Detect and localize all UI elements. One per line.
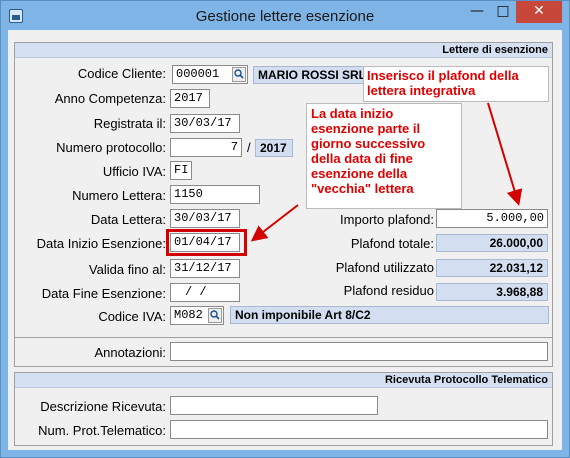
anno-competenza-label: Anno Competenza: [54, 91, 166, 106]
plafond-residuo-label: Plafond residuo [343, 283, 434, 298]
annotation-date-line1: La data inizio [311, 106, 394, 121]
registrata-il-label: Registrata il: [93, 116, 166, 131]
plafond-totale-label: Plafond totale: [350, 236, 434, 251]
valida-fino-field[interactable]: 31/12/17 [170, 259, 240, 278]
protocollo-anno: 2017 [255, 139, 293, 157]
plafond-utilizzato-label: Plafond utilizzato [335, 260, 434, 275]
numero-protocollo-label: Numero protocollo: [56, 140, 166, 155]
ufficio-iva-label: Ufficio IVA: [102, 164, 166, 179]
annotazioni-field[interactable] [170, 342, 548, 361]
valida-fino-label: Valida fino al: [88, 262, 166, 277]
anno-competenza-field[interactable]: 2017 [170, 89, 210, 108]
numero-lettera-field[interactable]: 1150 [170, 185, 260, 204]
importo-plafond-label: Importo plafond: [340, 212, 434, 227]
data-lettera-field[interactable]: 30/03/17 [170, 209, 240, 228]
maximize-button[interactable]: □ [490, 1, 516, 23]
annotation-plafond-line2: lettera integrativa [367, 83, 476, 98]
annotation-date-line5: esenzione della [311, 166, 408, 181]
highlight-data-inizio [166, 229, 247, 256]
magnifier-icon[interactable] [232, 67, 246, 82]
plafond-utilizzato-value: 22.031,12 [436, 259, 548, 277]
ricevuta-panel-header: Ricevuta Protocollo Telematico [15, 373, 552, 388]
annotation-date: La data inizio esenzione parte il giorno… [306, 103, 462, 209]
minimize-button[interactable]: — [464, 1, 490, 23]
codice-iva-label: Codice IVA: [98, 309, 166, 324]
plafond-residuo-value: 3.968,88 [436, 283, 548, 301]
data-fine-field[interactable]: / / [170, 283, 240, 302]
annotation-date-line3: giorno successivo [311, 136, 426, 151]
num-prot-telematico-label: Num. Prot.Telematico: [38, 423, 166, 438]
annotation-date-line4: della data di fine [311, 151, 413, 166]
magnifier-icon[interactable] [208, 308, 222, 323]
annotation-date-line6: "vecchia" lettera [311, 181, 414, 196]
annotation-date-line2: esenzione parte il [311, 121, 421, 136]
num-prot-telematico-field[interactable] [170, 420, 548, 439]
titlebar: Gestione lettere esenzione — □ ✕ [1, 1, 569, 31]
annotation-plafond: Inserisco il plafond della lettera integ… [363, 66, 549, 102]
descrizione-ricevuta-field[interactable] [170, 396, 378, 415]
numero-protocollo-field[interactable]: 7 [170, 138, 242, 157]
close-button[interactable]: ✕ [516, 1, 562, 23]
data-inizio-label: Data Inizio Esenzione: [36, 236, 166, 251]
numero-lettera-label: Numero Lettera: [72, 188, 166, 203]
ufficio-iva-field[interactable]: FI [170, 161, 192, 180]
protocollo-separator: / [247, 140, 251, 155]
importo-plafond-field[interactable]: 5.000,00 [436, 209, 548, 228]
plafond-totale-value: 26.000,00 [436, 234, 548, 252]
codice-cliente-label: Codice Cliente: [77, 66, 166, 81]
descrizione-ricevuta-label: Descrizione Ricevuta: [40, 399, 166, 414]
annotazioni-label: Annotazioni: [94, 345, 166, 360]
data-fine-label: Data Fine Esenzione: [41, 286, 166, 301]
annotation-plafond-line1: Inserisco il plafond della [367, 68, 519, 83]
data-lettera-label: Data Lettera: [90, 212, 166, 227]
registrata-il-field[interactable]: 30/03/17 [170, 114, 240, 133]
codice-iva-descrizione: Non imponibile Art 8/C2 [230, 306, 549, 324]
lettere-panel-header: Lettere di esenzione [15, 43, 552, 58]
